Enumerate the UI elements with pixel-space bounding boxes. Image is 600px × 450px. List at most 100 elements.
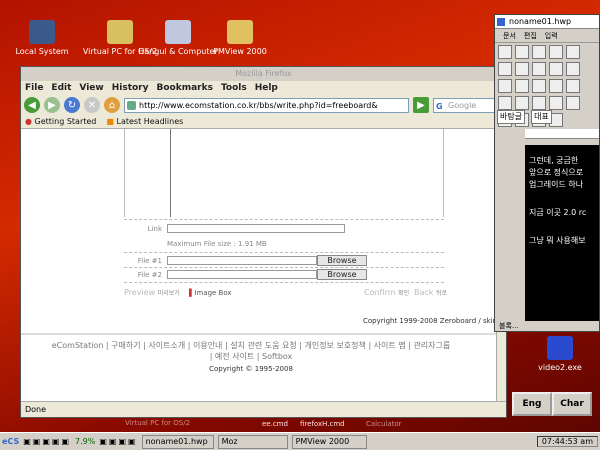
file2-input[interactable] xyxy=(167,270,317,279)
image-box-button[interactable]: ▌Image Box xyxy=(189,289,232,297)
doc-line: 업그레이드 하나 xyxy=(529,180,584,189)
redo-icon[interactable] xyxy=(566,62,580,76)
home-icon[interactable]: ⌂ xyxy=(104,97,120,113)
file2-label: File #2 xyxy=(137,271,162,279)
bookmark-label: Getting Started xyxy=(34,117,97,126)
rectangle-icon[interactable] xyxy=(549,79,563,93)
divider xyxy=(124,219,444,220)
forward-icon[interactable]: ▶ xyxy=(44,97,60,113)
preview-button[interactable]: Preview 미리보기 xyxy=(124,288,180,297)
search-placeholder: Google xyxy=(448,100,477,110)
desktop-label-faded[interactable]: ee.cmd xyxy=(262,420,288,428)
desktop-label-faded[interactable]: Virtual PC for OS/2 xyxy=(125,419,190,427)
hwp-title: noname01.hwp xyxy=(509,17,572,26)
cut-icon[interactable] xyxy=(498,62,512,76)
url-text: http://www.ecomstation.co.kr/bbs/write.p… xyxy=(139,100,378,110)
firefox-window: Mozilla Firefox File Edit View History B… xyxy=(20,66,507,418)
file1-label: File #1 xyxy=(137,257,162,265)
back-button[interactable]: Back 뒤로 xyxy=(414,288,447,297)
link-input[interactable] xyxy=(167,224,345,233)
undo-icon[interactable] xyxy=(549,62,563,76)
polygon-icon[interactable] xyxy=(515,96,529,110)
print-icon[interactable] xyxy=(549,45,563,59)
browse-button-2[interactable]: Browse xyxy=(317,269,367,280)
file1-input[interactable] xyxy=(167,256,317,265)
line-icon[interactable] xyxy=(532,79,546,93)
desktop-label-faded[interactable]: firefoxH.cmd xyxy=(300,420,345,428)
folder-icon xyxy=(227,20,253,44)
desktop-icon-video[interactable]: video2.exe xyxy=(530,336,590,372)
menu-view[interactable]: View xyxy=(79,83,103,93)
url-input[interactable]: http://www.ecomstation.co.kr/bbs/write.p… xyxy=(124,97,409,113)
stop-icon[interactable]: ✕ xyxy=(84,97,100,113)
spell-icon[interactable] xyxy=(515,79,529,93)
bookmark-latest-headlines[interactable]: ■ Latest Headlines xyxy=(106,117,183,126)
editor-textarea[interactable] xyxy=(124,129,444,217)
search-input[interactable]: G Google xyxy=(433,97,503,113)
find-icon[interactable] xyxy=(498,79,512,93)
ellipse-icon[interactable] xyxy=(566,79,580,93)
footer-links[interactable]: eComStation | 구매하기 | 사이트소개 | 이용안내 | 설치 관… xyxy=(51,340,451,362)
max-file-size: Maximum File size : 1.91 MB xyxy=(167,240,267,248)
menu-help[interactable]: Help xyxy=(255,83,278,93)
paste-icon[interactable] xyxy=(532,62,546,76)
bookmark-icon: ● xyxy=(25,117,32,126)
folder-icon xyxy=(107,20,133,44)
textarea-border xyxy=(170,129,171,217)
menu-tools[interactable]: Tools xyxy=(221,83,247,93)
video-file-icon xyxy=(547,336,573,360)
char-button[interactable]: Char xyxy=(552,392,592,416)
open-icon[interactable] xyxy=(515,45,529,59)
hwp-style-bar: 바탕글 대표 xyxy=(497,110,597,124)
site-icon xyxy=(127,100,136,110)
eng-button[interactable]: Eng xyxy=(512,392,552,416)
hwp-status: 블록... xyxy=(499,322,519,330)
desktop-label-faded[interactable]: Calculator xyxy=(366,420,402,428)
new-document-icon[interactable] xyxy=(498,45,512,59)
hwp-menu-insert[interactable]: 입력 xyxy=(545,31,558,41)
preview-icon[interactable] xyxy=(566,45,580,59)
hwp-menu-edit[interactable]: 편집 xyxy=(524,31,537,41)
desktop-icon-pmview[interactable]: PMView 2000 xyxy=(200,20,280,56)
doc-line: 지금 이곳 2.0 rc xyxy=(529,208,587,217)
arc-icon[interactable] xyxy=(498,96,512,110)
task-pmview[interactable]: PMView 2000 xyxy=(291,434,367,449)
go-icon[interactable]: ▶ xyxy=(413,97,429,113)
copy-icon[interactable] xyxy=(515,62,529,76)
ecs-start-icon[interactable]: eCS xyxy=(2,437,19,446)
ruler xyxy=(525,129,599,139)
menu-history[interactable]: History xyxy=(112,83,149,93)
table-icon[interactable] xyxy=(566,96,580,110)
textbox-icon[interactable] xyxy=(532,96,546,110)
bookmark-getting-started[interactable]: ● Getting Started xyxy=(25,117,96,126)
task-mozilla[interactable]: Moz xyxy=(217,434,288,449)
rss-icon: ■ xyxy=(106,117,114,126)
preview-label: Preview xyxy=(124,288,156,297)
hwp-menu-document[interactable]: 문서 xyxy=(503,31,516,41)
confirm-button[interactable]: Confirm 확인 xyxy=(364,288,409,297)
cpu-meter: 7.9% xyxy=(75,437,96,446)
hwp-app-icon xyxy=(497,18,505,26)
hwp-document[interactable]: 그런데, 궁금한 앞으로 정식으로 업그레이드 하나 지금 이곳 2.0 rc … xyxy=(525,145,599,321)
menu-edit[interactable]: Edit xyxy=(51,83,71,93)
hwp-menu-bar: 문서 편집 입력 xyxy=(495,29,599,43)
picture-icon[interactable] xyxy=(549,96,563,110)
menu-bookmarks[interactable]: Bookmarks xyxy=(156,83,212,93)
hwp-window: noname01.hwp 문서 편집 입력 바탕글 대표 그런데, 궁금한 앞으… xyxy=(494,14,600,332)
browse-button-1[interactable]: Browse xyxy=(317,255,367,266)
back-icon[interactable]: ◀ xyxy=(24,97,40,113)
task-hwp[interactable]: noname01.hwp xyxy=(141,434,214,449)
style-select[interactable]: 바탕글 xyxy=(497,110,526,124)
doc-line: 앞으로 정식으로 xyxy=(529,168,584,177)
style-select-2[interactable]: 대표 xyxy=(531,110,552,124)
clock: 07:44:53 am xyxy=(536,436,598,447)
hwp-title-bar: noname01.hwp xyxy=(495,15,599,29)
tray-icons-2[interactable]: ▣▣▣▣ xyxy=(99,437,137,446)
computer-icon xyxy=(29,20,55,44)
copyright-zeroboard: Copyright 1999-2008 Zeroboard / skin xyxy=(363,317,498,325)
link-label: Link xyxy=(147,225,162,233)
save-icon[interactable] xyxy=(532,45,546,59)
reload-icon[interactable]: ↻ xyxy=(64,97,80,113)
tray-icons[interactable]: ▣▣▣▣▣ xyxy=(23,437,71,446)
menu-file[interactable]: File xyxy=(25,83,43,93)
